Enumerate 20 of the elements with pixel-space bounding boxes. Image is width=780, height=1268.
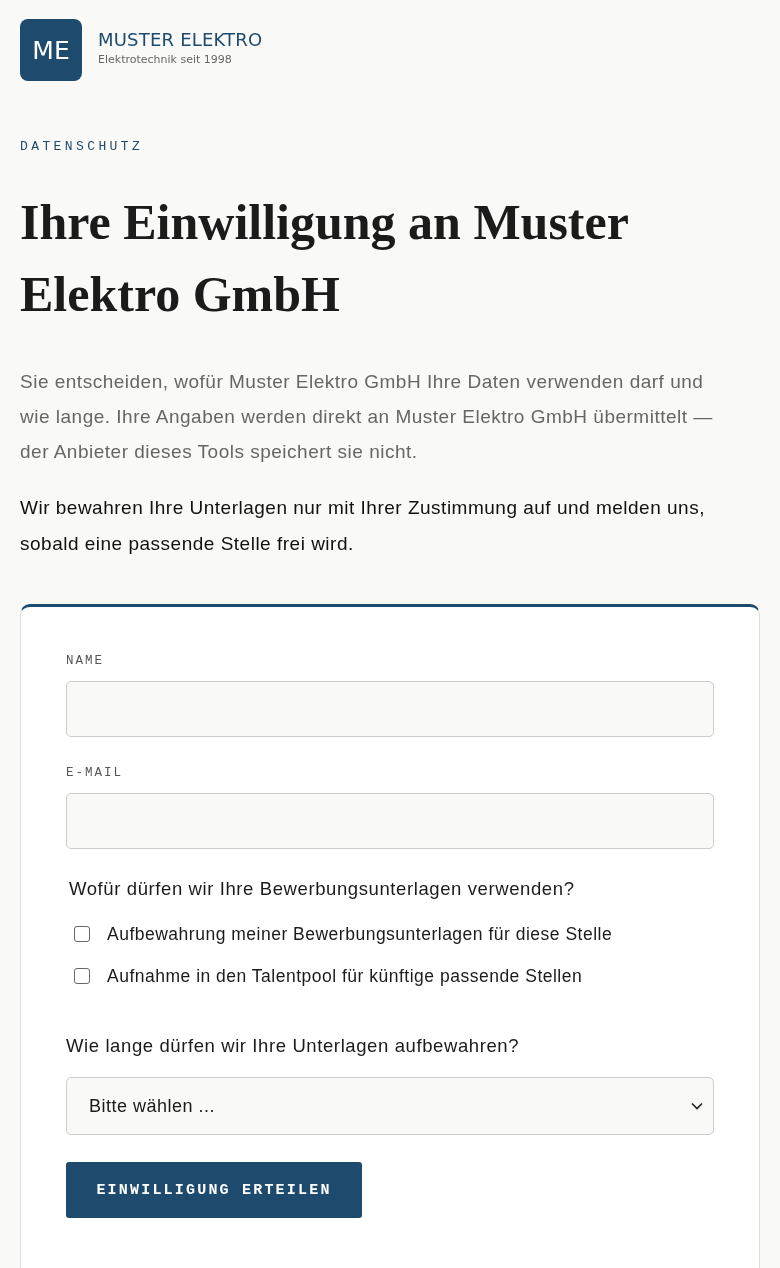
- checkbox-label[interactable]: Aufbewahrung meiner Bewerbungsunterlagen für diese Stelle: [107, 922, 613, 946]
- duration-question: Wie lange dürfen wir Ihre Unterlagen aufbewahren?: [66, 1034, 521, 1058]
- checkbox[interactable]: [74, 926, 90, 942]
- checkbox-label[interactable]: Aufnahme in den Talentpool für künftige passende Stellen: [107, 964, 583, 988]
- section-eyebrow: DATENSCHUTZ: [20, 138, 145, 156]
- intro-paragraph: Sie entscheiden, wofür Muster Elektro GmbH Ihre Daten verwenden darf und wie lange. Ihre Angaben werden direkt an Muster Elektro GmbH übermittelt — der Anbieter dieses Tools speichert sie nicht.: [20, 370, 714, 464]
- field-label: NAME: [66, 653, 105, 669]
- checkbox[interactable]: [74, 968, 90, 984]
- page-heading: Ihre Einwilligung an Muster Elektro GmbH: [20, 193, 629, 324]
- duration-dropdown[interactable]: Bitte wählen ...: [66, 1077, 714, 1135]
- input-field[interactable]: [66, 681, 714, 737]
- field-label: E-MAIL: [66, 765, 124, 781]
- submit-button[interactable]: EINWILLIGUNG ERTEILEN: [66, 1162, 362, 1218]
- note-paragraph: Wir bewahren Ihre Unterlagen nur mit Ihrer Zustimmung auf und melden uns, sobald eine passende Stelle frei wird.: [20, 496, 706, 556]
- brand-name: MUSTER ELEKTRO: [98, 28, 263, 50]
- brand-tagline: Elektrotechnik seit 1998: [98, 52, 233, 66]
- chevron-down-icon: [691, 1102, 703, 1110]
- logo-tile: ME: [20, 19, 82, 81]
- input-field[interactable]: [66, 793, 714, 849]
- purpose-question: Wofür dürfen wir Ihre Bewerbungsunterlagen verwenden?: [69, 877, 576, 901]
